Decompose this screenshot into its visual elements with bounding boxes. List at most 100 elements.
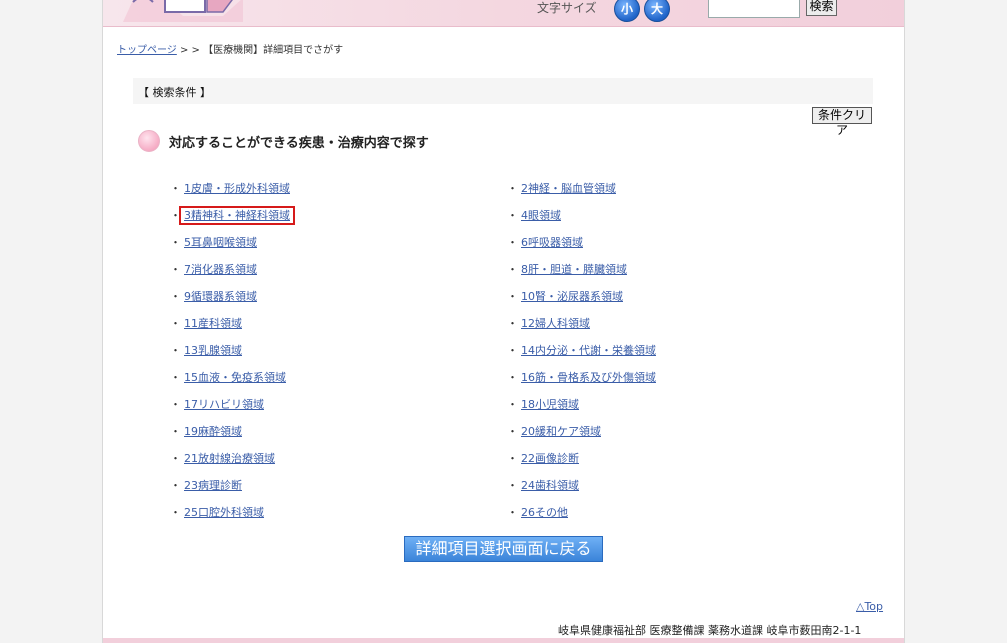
category-item: ・ 20緩和ケア領域 bbox=[507, 423, 658, 450]
bullet-icon: ・ bbox=[170, 371, 181, 384]
category-link[interactable]: 24歯科領域 bbox=[519, 479, 581, 492]
bullet-icon: ・ bbox=[507, 236, 518, 249]
bullet-icon: ・ bbox=[507, 371, 518, 384]
bullet-icon: ・ bbox=[507, 182, 518, 195]
category-item: ・ 4眼領域 bbox=[507, 207, 658, 234]
category-link[interactable]: 19麻酔領域 bbox=[182, 425, 244, 438]
bullet-icon: ・ bbox=[170, 236, 181, 249]
category-link[interactable]: 13乳腺領域 bbox=[182, 344, 244, 357]
back-to-top-link[interactable]: △Top bbox=[856, 600, 883, 613]
breadcrumb-separator: > > bbox=[176, 45, 204, 56]
page-container: 文字サイズ 小 大 検索 トップページ > > 【医療機関】詳細項目でさがす 【… bbox=[102, 0, 905, 643]
bullet-icon: ・ bbox=[507, 425, 518, 438]
category-item: ・ 2神経・脳血管領域 bbox=[507, 180, 658, 207]
bullet-icon: ・ bbox=[507, 290, 518, 303]
category-link[interactable]: 16筋・骨格系及び外傷領域 bbox=[519, 371, 658, 384]
category-item: ・ 11産科領域 bbox=[170, 315, 292, 342]
category-link[interactable]: 20緩和ケア領域 bbox=[519, 425, 603, 438]
category-item: ・ 14内分泌・代謝・栄養領域 bbox=[507, 342, 658, 369]
bullet-icon: ・ bbox=[507, 398, 518, 411]
bullet-icon: ・ bbox=[507, 344, 518, 357]
bullet-icon: ・ bbox=[507, 452, 518, 465]
category-link[interactable]: 18小児領域 bbox=[519, 398, 581, 411]
category-item: ・ 9循環器系領域 bbox=[170, 288, 292, 315]
section-heading-text: 対応することができる疾患・治療内容で探す bbox=[169, 136, 429, 151]
search-input[interactable] bbox=[708, 0, 800, 18]
category-item: ・ 19麻酔領域 bbox=[170, 423, 292, 450]
category-list-right: ・ 2神経・脳血管領域・ 4眼領域・ 6呼吸器領域・ 8肝・胆道・膵臓領域・ 10腎・泌尿… bbox=[507, 180, 658, 531]
category-link[interactable]: 3精神科・神経科領域 bbox=[179, 206, 295, 225]
category-item: ・ 12婦人科領域 bbox=[507, 315, 658, 342]
category-item: ・ 21放射線治療領域 bbox=[170, 450, 292, 477]
fontsize-label: 文字サイズ bbox=[537, 1, 597, 15]
category-item: ・ 17リハビリ領域 bbox=[170, 396, 292, 423]
category-list-left: ・ 1皮膚・形成外科領域・ 3精神科・神経科領域・ 5耳鼻咽喉領域・ 7消化器系領域・ 9… bbox=[170, 180, 295, 531]
category-link[interactable]: 2神経・脳血管領域 bbox=[519, 182, 618, 195]
category-link[interactable]: 21放射線治療領域 bbox=[182, 452, 277, 465]
category-link[interactable]: 5耳鼻咽喉領域 bbox=[182, 236, 259, 249]
bullet-icon: ・ bbox=[170, 452, 181, 465]
category-link[interactable]: 15血液・免疫系領域 bbox=[182, 371, 288, 384]
category-link[interactable]: 26その他 bbox=[519, 506, 570, 519]
category-link[interactable]: 22画像診断 bbox=[519, 452, 581, 465]
category-link[interactable]: 14内分泌・代謝・栄養領域 bbox=[519, 344, 658, 357]
fontsize-large-button[interactable]: 大 bbox=[644, 0, 670, 22]
bullet-icon: ・ bbox=[507, 479, 518, 492]
category-item: ・ 24歯科領域 bbox=[507, 477, 658, 504]
site-logo-icon bbox=[123, 0, 243, 22]
category-item: ・ 22画像診断 bbox=[507, 450, 658, 477]
category-item: ・ 15血液・免疫系領域 bbox=[170, 369, 292, 396]
bullet-icon: ・ bbox=[170, 506, 181, 519]
category-item: ・ 7消化器系領域 bbox=[170, 261, 292, 288]
category-link[interactable]: 1皮膚・形成外科領域 bbox=[182, 182, 292, 195]
category-item: ・ 5耳鼻咽喉領域 bbox=[170, 234, 292, 261]
category-item: ・ 1皮膚・形成外科領域 bbox=[170, 180, 292, 207]
bullet-icon: ・ bbox=[170, 398, 181, 411]
category-link[interactable]: 7消化器系領域 bbox=[182, 263, 259, 276]
category-link[interactable]: 25口腔外科領域 bbox=[182, 506, 266, 519]
category-item: ・ 18小児領域 bbox=[507, 396, 658, 423]
category-link[interactable]: 6呼吸器領域 bbox=[519, 236, 585, 249]
bullet-icon: ・ bbox=[170, 344, 181, 357]
bullet-icon: ・ bbox=[170, 425, 181, 438]
bullet-icon: ・ bbox=[170, 182, 181, 195]
back-to-selection-button[interactable]: 詳細項目選択画面に戻る bbox=[404, 536, 603, 562]
bullet-icon: ・ bbox=[170, 290, 181, 303]
category-item: ・ 26その他 bbox=[507, 504, 658, 531]
fontsize-small-button[interactable]: 小 bbox=[614, 0, 640, 22]
category-item: ・ 23病理診断 bbox=[170, 477, 292, 504]
bullet-icon: ・ bbox=[170, 479, 181, 492]
category-item: ・ 8肝・胆道・膵臓領域 bbox=[507, 261, 658, 288]
category-item: ・ 13乳腺領域 bbox=[170, 342, 292, 369]
breadcrumb-top-link[interactable]: トップページ bbox=[117, 45, 177, 56]
bullet-icon: ・ bbox=[507, 317, 518, 330]
category-link[interactable]: 12婦人科領域 bbox=[519, 317, 592, 330]
category-link[interactable]: 11産科領域 bbox=[182, 317, 244, 330]
breadcrumb: トップページ > > 【医療機関】詳細項目でさがす bbox=[117, 41, 343, 56]
footer-bar bbox=[103, 638, 904, 643]
category-item: ・ 10腎・泌尿器系領域 bbox=[507, 288, 658, 315]
category-link[interactable]: 17リハビリ領域 bbox=[182, 398, 266, 411]
footer-address: 岐阜県健康福祉部 医療整備課 薬務水道課 岐阜市薮田南2-1-1 bbox=[558, 624, 862, 637]
bullet-icon: ・ bbox=[170, 317, 181, 330]
category-item: ・ 25口腔外科領域 bbox=[170, 504, 292, 531]
category-link[interactable]: 23病理診断 bbox=[182, 479, 244, 492]
search-button[interactable]: 検索 bbox=[806, 0, 837, 16]
bullet-icon: ・ bbox=[507, 506, 518, 519]
category-item: ・ 16筋・骨格系及び外傷領域 bbox=[507, 369, 658, 396]
header-bar: 文字サイズ 小 大 検索 bbox=[103, 0, 904, 27]
category-link[interactable]: 8肝・胆道・膵臓領域 bbox=[519, 263, 629, 276]
category-item: ・ 6呼吸器領域 bbox=[507, 234, 658, 261]
category-link[interactable]: 4眼領域 bbox=[519, 209, 563, 222]
bullet-icon: ・ bbox=[507, 209, 518, 222]
category-link[interactable]: 9循環器系領域 bbox=[182, 290, 259, 303]
category-link[interactable]: 10腎・泌尿器系領域 bbox=[519, 290, 625, 303]
clear-conditions-button[interactable]: 条件クリア bbox=[812, 107, 872, 137]
breadcrumb-current: 【医療機関】詳細項目でさがす bbox=[203, 45, 344, 56]
bullet-icon: ・ bbox=[170, 209, 181, 222]
search-conditions-box: 【 検索条件 】 bbox=[133, 78, 873, 104]
category-item: ・ 3精神科・神経科領域 bbox=[170, 206, 295, 234]
bullet-icon: ・ bbox=[507, 263, 518, 276]
search-conditions-label: 【 検索条件 】 bbox=[138, 86, 211, 99]
bullet-icon: ・ bbox=[170, 263, 181, 276]
